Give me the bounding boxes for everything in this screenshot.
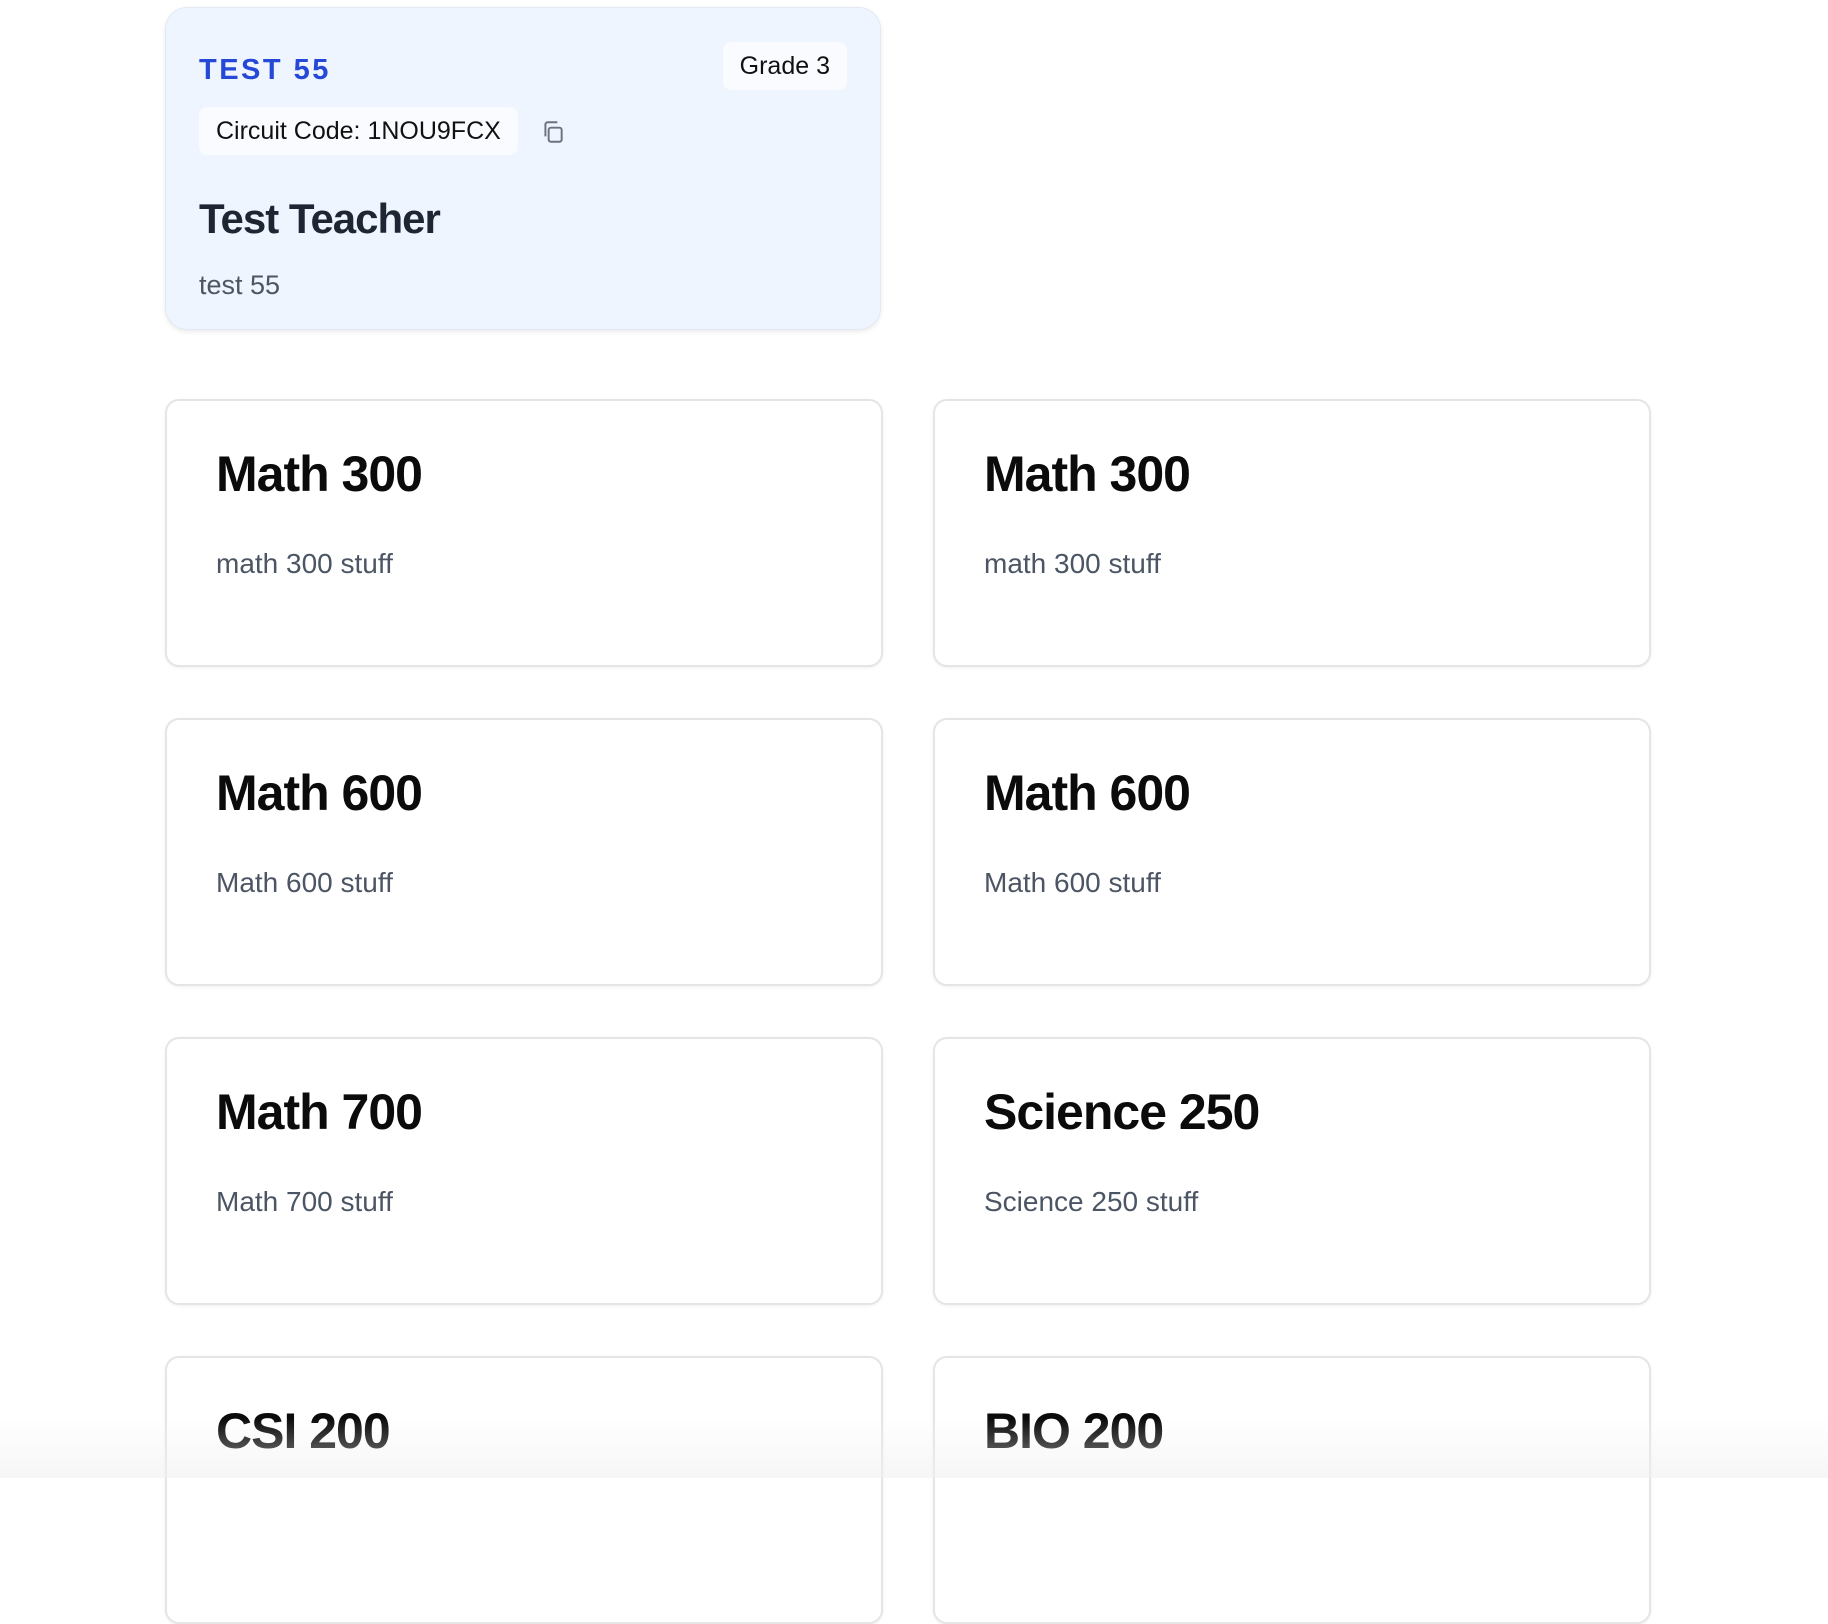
circuit-description: test 55 [199, 270, 281, 300]
circuit-code: Circuit Code: 1NOU9FCX [199, 107, 518, 155]
class-description: math 300 stuff [984, 548, 1161, 579]
circuit-card: TEST 55 Grade 3 Circuit Code: 1NOU9FCX T… [165, 7, 881, 330]
class-description: Math 600 stuff [216, 867, 393, 898]
class-title: Math 300 [984, 446, 1191, 502]
class-card[interactable]: BIO 200 [933, 1356, 1651, 1624]
circuit-name: TEST 55 [199, 54, 331, 86]
class-title: BIO 200 [984, 1403, 1164, 1459]
class-title: Math 600 [216, 765, 423, 821]
class-card[interactable]: Math 300 math 300 stuff [165, 399, 883, 667]
class-description: Math 700 stuff [216, 1186, 393, 1217]
class-card[interactable]: Math 600 Math 600 stuff [165, 718, 883, 986]
class-card[interactable]: CSI 200 [165, 1356, 883, 1624]
grade-badge: Grade 3 [722, 42, 847, 90]
class-title: Math 700 [216, 1084, 423, 1140]
class-card[interactable]: Math 700 Math 700 stuff [165, 1037, 883, 1305]
class-description: Science 250 stuff [984, 1186, 1199, 1217]
class-description: Math 600 stuff [984, 867, 1161, 898]
class-title: CSI 200 [216, 1403, 391, 1459]
class-description: math 300 stuff [216, 548, 393, 579]
class-card[interactable]: Math 600 Math 600 stuff [933, 718, 1651, 986]
class-card[interactable]: Math 300 math 300 stuff [933, 399, 1651, 667]
class-title: Math 600 [984, 765, 1191, 821]
class-title: Math 300 [216, 446, 423, 502]
teacher-name: Test Teacher [199, 195, 441, 242]
copy-icon[interactable] [540, 119, 566, 145]
class-card[interactable]: Science 250 Science 250 stuff [933, 1037, 1651, 1305]
class-title: Science 250 [984, 1084, 1260, 1140]
